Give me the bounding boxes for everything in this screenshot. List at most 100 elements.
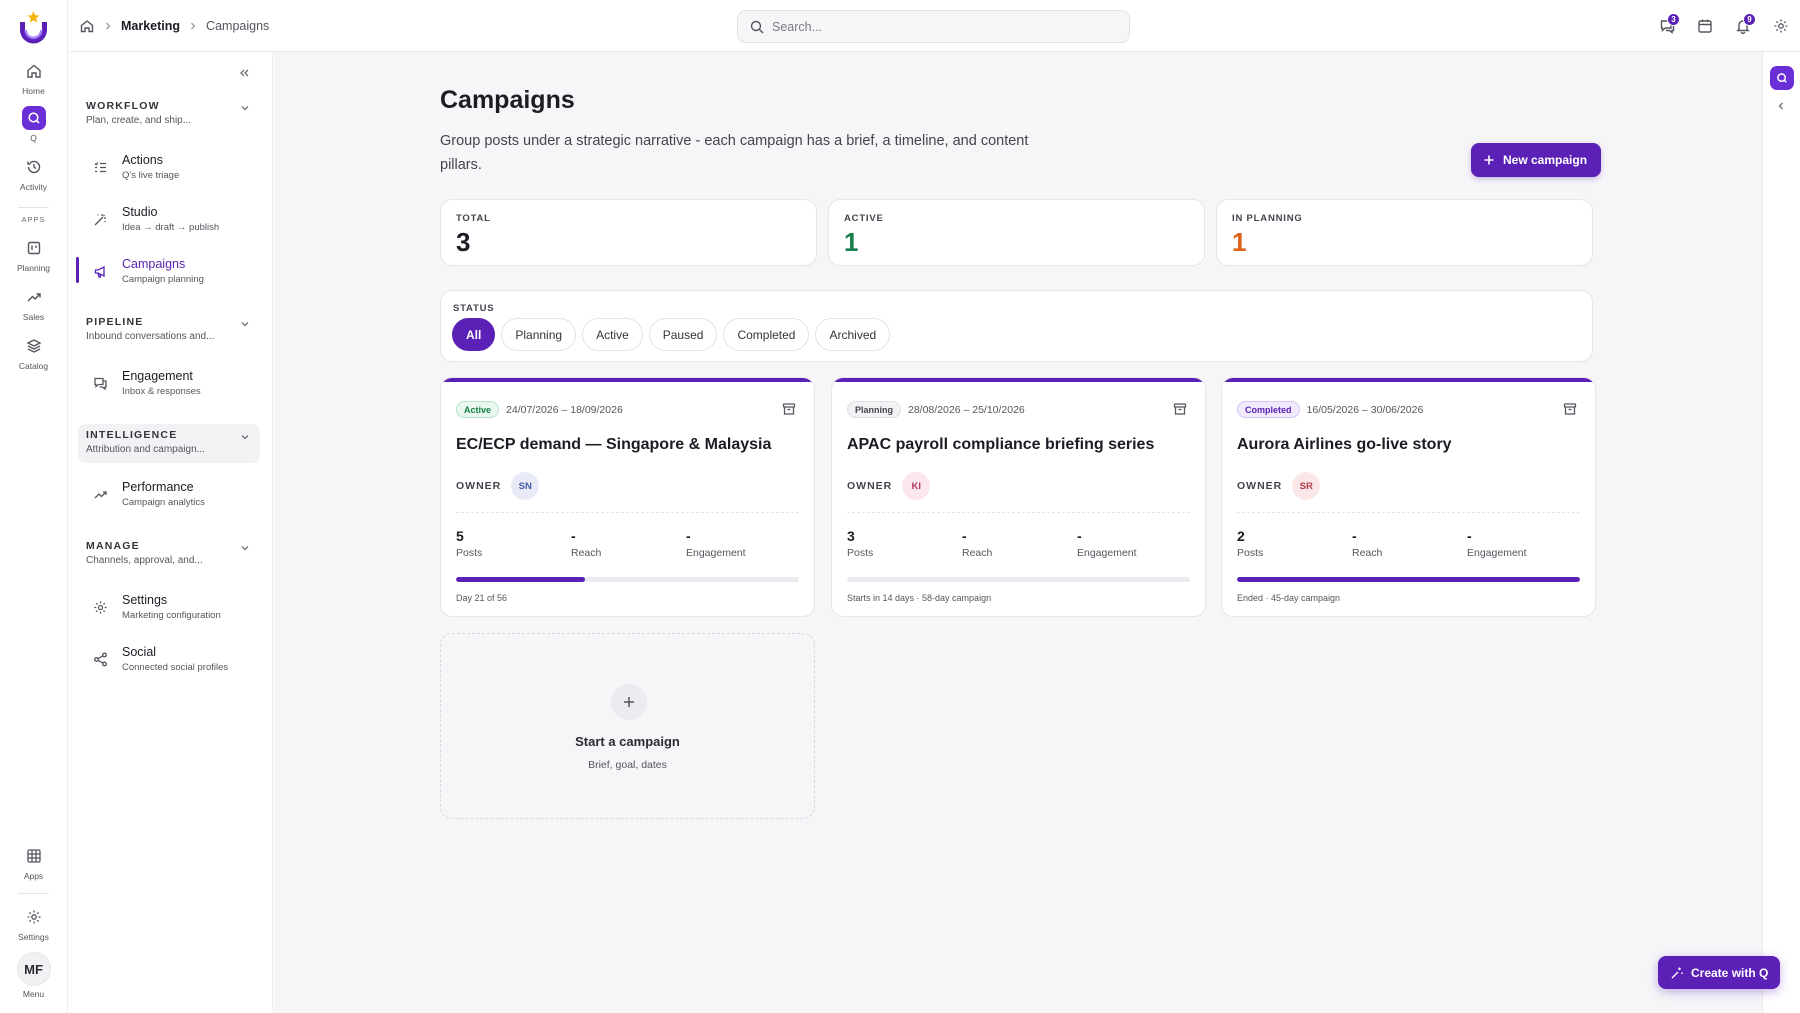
gear-icon bbox=[78, 600, 122, 615]
chevron-left-icon bbox=[1776, 101, 1786, 111]
campaign-title: APAC payroll compliance briefing series bbox=[847, 436, 1155, 453]
avatar: MF bbox=[16, 952, 51, 986]
campaign-progress bbox=[456, 577, 799, 582]
metric-reach: - Reach bbox=[962, 528, 993, 559]
assistant-rail bbox=[1762, 52, 1800, 1013]
filter-chip-completed[interactable]: Completed bbox=[723, 318, 810, 351]
status-badge: Planning bbox=[847, 401, 901, 418]
breadcrumb-home-icon[interactable] bbox=[79, 18, 95, 34]
campaign-card[interactable]: Active 24/07/2026 – 18/09/2026 EC/ECP de… bbox=[440, 377, 815, 617]
calendar-button[interactable] bbox=[1686, 0, 1724, 52]
campaign-dates: 24/07/2026 – 18/09/2026 bbox=[506, 403, 623, 416]
metric-engagement: - Engagement bbox=[1077, 528, 1137, 559]
campaign-card[interactable]: Completed 16/05/2026 – 30/06/2026 Aurora… bbox=[1221, 377, 1596, 617]
notifications-button[interactable]: 9 bbox=[1724, 0, 1762, 52]
page-description: Group posts under a strategic narrative … bbox=[440, 133, 1029, 173]
filter-chip-planning[interactable]: Planning bbox=[501, 318, 577, 351]
sidebar-item-performance[interactable]: Performance Campaign analytics bbox=[78, 472, 260, 516]
chevron-down-icon bbox=[240, 103, 250, 113]
breadcrumb-marketing[interactable]: Marketing bbox=[121, 19, 180, 33]
filter-chip-active[interactable]: Active bbox=[582, 318, 643, 351]
plus-icon bbox=[611, 684, 647, 720]
avatar: SR bbox=[1292, 472, 1321, 500]
rail-home[interactable]: Home bbox=[0, 59, 67, 96]
top-actions: 3 9 bbox=[1648, 0, 1800, 52]
owner-row: OWNER SN bbox=[456, 472, 540, 500]
app-rail: Home Q Activity APPS Planning Sales Cata… bbox=[0, 0, 68, 1013]
start-campaign-card[interactable]: Start a campaign Brief, goal, dates bbox=[440, 633, 815, 819]
card-header: Active 24/07/2026 – 18/09/2026 bbox=[456, 401, 623, 418]
divider bbox=[847, 512, 1190, 513]
archive-icon[interactable] bbox=[1563, 402, 1577, 416]
campaign-progress-note: Starts in 14 days · 58-day campaign bbox=[847, 593, 992, 603]
status-filter: STATUS All Planning Active Paused Comple… bbox=[440, 290, 1593, 362]
sidebar-item-settings[interactable]: Settings Marketing configuration bbox=[78, 585, 260, 629]
campaign-metrics: 5 Posts - Reach - Engagement bbox=[456, 528, 801, 559]
chevrons-left-icon bbox=[238, 67, 250, 79]
search-box[interactable] bbox=[737, 10, 1130, 43]
divider bbox=[1237, 512, 1580, 513]
app-logo-icon[interactable] bbox=[15, 8, 52, 48]
rail-settings[interactable]: Settings bbox=[0, 905, 67, 942]
top-bar: Marketing Campaigns 3 9 bbox=[68, 0, 1800, 52]
card-header: Completed 16/05/2026 – 30/06/2026 bbox=[1237, 401, 1423, 418]
megaphone-icon bbox=[78, 264, 122, 279]
rail-menu[interactable]: MF Menu bbox=[0, 952, 67, 999]
stat-total: TOTAL 3 bbox=[440, 199, 817, 266]
campaign-title: Aurora Airlines go-live story bbox=[1237, 436, 1452, 453]
chevron-down-icon bbox=[240, 319, 250, 329]
calendar-icon bbox=[1697, 18, 1713, 34]
campaign-progress-note: Ended · 45-day campaign bbox=[1237, 593, 1341, 603]
archive-icon[interactable] bbox=[1173, 402, 1187, 416]
section-sidebar: WORKFLOW Plan, create, and ship... Actio… bbox=[68, 52, 273, 1013]
campaign-card[interactable]: Planning 28/08/2026 – 25/10/2026 APAC pa… bbox=[831, 377, 1206, 617]
archive-icon[interactable] bbox=[782, 402, 796, 416]
rail-sales[interactable]: Sales bbox=[0, 285, 67, 322]
q-assistant-button[interactable] bbox=[1770, 66, 1794, 90]
rail-planning[interactable]: Planning bbox=[0, 236, 67, 273]
messages-button[interactable]: 3 bbox=[1648, 0, 1686, 52]
new-campaign-button[interactable]: New campaign bbox=[1471, 143, 1602, 177]
group-manage[interactable]: MANAGE Channels, approval, and... bbox=[78, 540, 260, 566]
rail-q[interactable]: Q bbox=[0, 106, 67, 143]
rail-activity[interactable]: Activity bbox=[0, 155, 67, 192]
group-pipeline[interactable]: PIPELINE Inbound conversations and... bbox=[78, 316, 260, 342]
chevron-right-icon bbox=[188, 21, 198, 31]
campaign-dates: 16/05/2026 – 30/06/2026 bbox=[1306, 403, 1424, 416]
campaign-metrics: 2 Posts - Reach - Engagement bbox=[1237, 528, 1582, 559]
history-icon bbox=[22, 155, 46, 179]
sidebar-item-studio[interactable]: Studio Idea → draft → publish bbox=[78, 197, 260, 241]
filter-chip-paused[interactable]: Paused bbox=[648, 318, 718, 351]
sidebar-item-campaigns[interactable]: Campaigns Campaign planning bbox=[76, 249, 260, 293]
start-campaign-title: Start a campaign bbox=[575, 734, 680, 749]
rail-divider bbox=[18, 893, 49, 894]
stat-value: 1 bbox=[844, 227, 859, 257]
gear-icon bbox=[22, 905, 46, 929]
chevron-down-icon bbox=[240, 543, 250, 553]
settings-button[interactable] bbox=[1762, 0, 1800, 52]
group-workflow[interactable]: WORKFLOW Plan, create, and ship... bbox=[78, 100, 260, 126]
expand-panel-button[interactable] bbox=[1776, 101, 1786, 111]
stat-in-planning: IN PLANNING 1 bbox=[1216, 199, 1593, 266]
gear-icon bbox=[1773, 18, 1789, 34]
campaign-title: EC/ECP demand — Singapore & Malaysia bbox=[456, 436, 772, 453]
filter-chip-archived[interactable]: Archived bbox=[815, 318, 891, 351]
metric-engagement: - Engagement bbox=[686, 528, 746, 559]
campaign-progress bbox=[847, 577, 1190, 582]
sidebar-item-engagement[interactable]: Engagement Inbox & responses bbox=[78, 361, 260, 405]
collapse-sidebar-button[interactable] bbox=[238, 67, 250, 79]
group-intelligence[interactable]: INTELLIGENCE Attribution and campaign... bbox=[78, 424, 260, 463]
search-input[interactable] bbox=[772, 19, 1092, 34]
planning-board-icon bbox=[22, 236, 46, 260]
metric-reach: - Reach bbox=[1352, 528, 1383, 559]
sidebar-item-social[interactable]: Social Connected social profiles bbox=[78, 637, 260, 681]
filter-chip-all[interactable]: All bbox=[452, 318, 496, 351]
sidebar-item-actions[interactable]: Actions Q's live triage bbox=[78, 145, 260, 189]
chevron-right-icon bbox=[103, 21, 113, 31]
magic-wand-icon bbox=[78, 212, 122, 227]
metric-posts: 2 Posts bbox=[1237, 528, 1264, 559]
rail-catalog[interactable]: Catalog bbox=[0, 334, 67, 371]
create-with-q-button[interactable]: Create with Q bbox=[1658, 956, 1781, 989]
rail-apps[interactable]: Apps bbox=[0, 844, 67, 881]
start-campaign-subtitle: Brief, goal, dates bbox=[588, 759, 667, 771]
